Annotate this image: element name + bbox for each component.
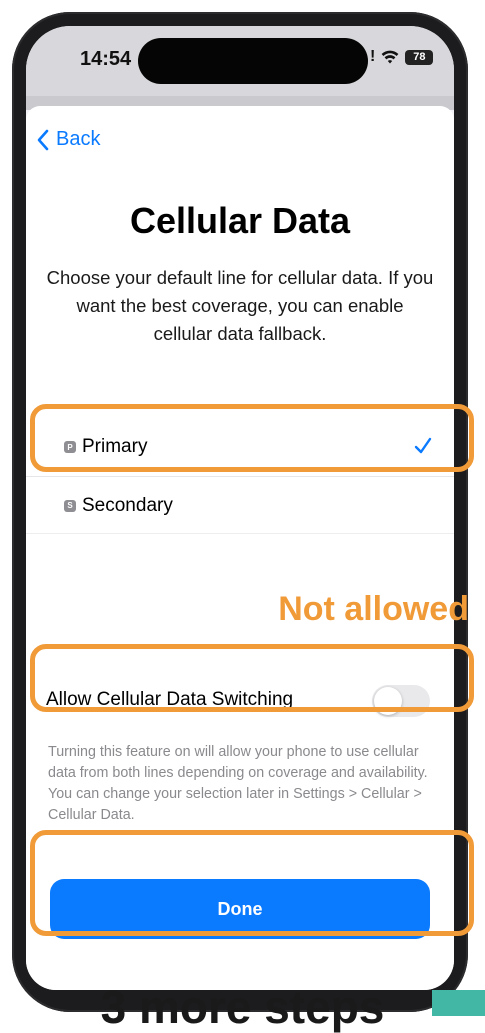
not-allowed-annotation: Not allowed	[278, 590, 469, 628]
primary-sim-icon: P	[64, 441, 76, 453]
option-secondary[interactable]: S Secondary	[26, 476, 454, 534]
cellular-switching-row: Allow Cellular Data Switching	[26, 672, 454, 728]
back-label: Back	[56, 128, 101, 150]
page-title: Cellular Data	[129, 200, 351, 241]
checkmark-icon	[414, 437, 432, 454]
toggle-knob	[374, 687, 402, 715]
status-bar: 14:54 ! 78	[26, 26, 454, 96]
chevron-left-icon	[37, 129, 49, 150]
wifi-icon	[381, 50, 399, 64]
description-text: Choose your default line for cellular da…	[46, 267, 434, 344]
cellular-data-sheet: Back Cellular Data Choose your default l…	[26, 106, 454, 990]
secondary-sim-icon: S	[64, 499, 76, 512]
line-option-list: P Primary S Secondary	[26, 418, 454, 534]
switch-label: Allow Cellular Data Switching	[46, 689, 294, 710]
cellular-switching-toggle[interactable]	[372, 685, 430, 717]
dynamic-island	[138, 38, 368, 84]
phone-screen: 14:54 ! 78 Back Cellular Data Choose you…	[26, 26, 454, 990]
bottom-caption: 3 more steps	[100, 981, 385, 1033]
option-label-primary: Primary	[82, 436, 148, 457]
teal-corner-tab	[432, 990, 485, 1016]
back-button[interactable]: Back	[36, 128, 100, 151]
done-button[interactable]: Done	[50, 879, 430, 939]
battery-icon: 78	[405, 49, 434, 65]
switching-footnote: Turning this feature on will allow your …	[48, 744, 428, 823]
signal-alert-icon: !	[370, 48, 376, 65]
option-primary[interactable]: P Primary	[26, 418, 454, 476]
status-time: 14:54	[80, 48, 132, 70]
status-icons: ! 78	[370, 48, 434, 66]
option-label-secondary: Secondary	[82, 494, 173, 516]
